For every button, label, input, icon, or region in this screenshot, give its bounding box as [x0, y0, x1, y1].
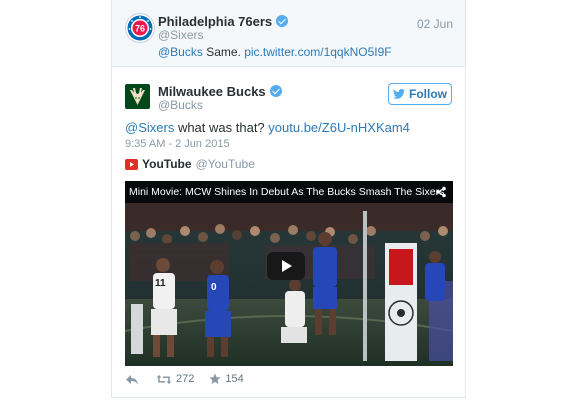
parent-tweet-date[interactable]: 02 Jun — [417, 17, 453, 31]
mention-link[interactable]: @Bucks — [158, 45, 203, 59]
video-link[interactable]: youtu.be/Z6U-nHXKam4 — [268, 120, 410, 135]
reply-icon[interactable] — [125, 374, 139, 385]
verified-icon — [269, 85, 282, 97]
card-source[interactable]: YouTube @YouTube — [125, 157, 255, 171]
youtube-icon — [125, 158, 138, 170]
retweet-icon[interactable] — [156, 374, 172, 385]
bucks-logo-icon — [130, 88, 145, 105]
sixers-avatar[interactable]: 76 — [125, 13, 155, 43]
tweet-card: 76 Philadelphia 76ers @Sixers 02 Jun @Bu… — [111, 0, 466, 398]
author-handle[interactable]: @Bucks — [158, 98, 203, 112]
pic-link[interactable]: pic.twitter.com/1qqkNO5I9F — [244, 45, 391, 59]
svg-text:76: 76 — [135, 24, 145, 34]
mention-link[interactable]: @Sixers — [125, 120, 174, 135]
twitter-bird-icon — [393, 89, 405, 99]
parent-author-name[interactable]: Philadelphia 76ers — [158, 14, 272, 29]
parent-tweet-body: Same. — [202, 45, 245, 59]
tweet-text: @Sixers what was that? youtu.be/Z6U-nHXK… — [125, 120, 410, 135]
bucks-avatar[interactable] — [125, 84, 150, 109]
parent-tweet-text: @Bucks Same. pic.twitter.com/1qqkNO5I9F — [158, 45, 392, 59]
card-source-handle: @YouTube — [195, 157, 255, 171]
follow-button[interactable]: Follow — [388, 83, 452, 105]
favorite-count[interactable]: 154 — [225, 373, 243, 385]
sixers-logo-icon: 76 — [127, 15, 153, 41]
share-icon[interactable] — [435, 186, 447, 198]
video-player[interactable]: 11 0 Mini Movie: MCW Shines In Debut As … — [125, 181, 453, 366]
follow-label: Follow — [409, 87, 447, 101]
play-button[interactable] — [267, 252, 305, 280]
tweet-body: what was that? — [174, 120, 269, 135]
retweet-count[interactable]: 272 — [176, 373, 194, 385]
play-icon — [282, 260, 292, 272]
tweet-timestamp[interactable]: 9:35 AM - 2 Jun 2015 — [125, 138, 230, 150]
parent-tweet[interactable]: 76 Philadelphia 76ers @Sixers 02 Jun @Bu… — [112, 0, 465, 67]
author-name[interactable]: Milwaukee Bucks — [158, 84, 266, 99]
parent-author-handle[interactable]: @Sixers — [158, 28, 204, 42]
video-title[interactable]: Mini Movie: MCW Shines In Debut As The B… — [125, 181, 453, 203]
card-source-name: YouTube — [142, 157, 192, 171]
jersey-number-11: 11 — [155, 278, 166, 289]
verified-icon — [276, 15, 289, 27]
jersey-number-0: 0 — [211, 282, 217, 293]
favorite-star-icon[interactable] — [209, 373, 221, 385]
tweet-actions: 272 154 — [125, 371, 244, 387]
video-title-text: Mini Movie: MCW Shines In Debut As The B… — [129, 186, 445, 198]
